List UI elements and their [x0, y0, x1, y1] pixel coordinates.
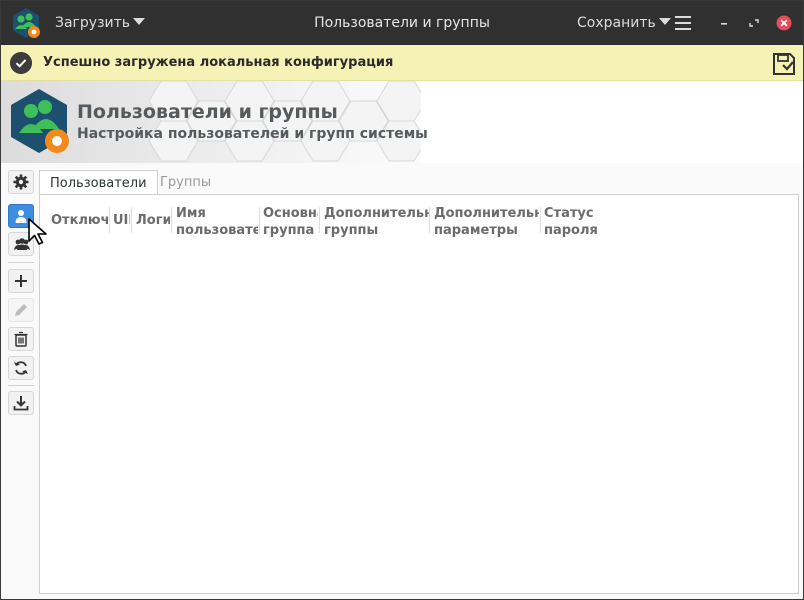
column-header-primary-group[interactable]: Основная группа	[263, 205, 318, 239]
title-bar: Загрузить Пользователи и группы Сохранит…	[1, 1, 803, 45]
side-toolbar	[6, 167, 36, 599]
app-window: Загрузить Пользователи и группы Сохранит…	[0, 0, 804, 600]
page-title: Пользователи и группы	[77, 101, 338, 123]
close-icon[interactable]	[776, 15, 792, 31]
refresh-button[interactable]	[8, 356, 34, 380]
edit-button[interactable]	[8, 298, 34, 322]
chevron-down-icon	[658, 18, 671, 25]
column-divider	[429, 207, 430, 233]
settings-button[interactable]	[8, 170, 34, 194]
add-button[interactable]	[8, 269, 34, 293]
page-subtitle: Настройка пользователей и групп системы	[77, 126, 428, 142]
refresh-icon	[14, 361, 28, 375]
info-bar: Успешно загружена локальная конфигурация	[1, 45, 803, 81]
column-divider	[319, 207, 320, 233]
column-divider	[171, 207, 172, 233]
column-header-username[interactable]: Имя пользователя	[176, 205, 258, 239]
column-header-password-status[interactable]: Статус пароля	[544, 205, 614, 239]
load-menu-label: Загрузить	[55, 15, 131, 31]
delete-button[interactable]	[8, 327, 34, 351]
plus-icon	[15, 275, 27, 287]
user-icon	[15, 210, 27, 223]
tab-groups[interactable]: Группы	[150, 170, 221, 195]
users-button[interactable]	[8, 204, 34, 228]
app-icon	[13, 8, 40, 38]
trash-icon	[14, 331, 28, 347]
export-button[interactable]	[8, 391, 34, 415]
minimize-icon[interactable]	[716, 15, 732, 31]
column-divider	[109, 207, 110, 233]
download-icon	[13, 396, 29, 411]
users-table: Отключен UID Логин Имя пользователя Осно…	[39, 194, 799, 594]
toolbar-separator	[8, 262, 34, 263]
group-icon	[14, 238, 30, 250]
column-header-uid[interactable]: UID	[113, 212, 130, 229]
gear-icon	[13, 174, 29, 190]
groups-button[interactable]	[8, 232, 34, 256]
column-header-disabled[interactable]: Отключен	[51, 212, 108, 229]
column-header-login[interactable]: Логин	[136, 212, 170, 229]
tab-users[interactable]: Пользователи	[39, 170, 158, 195]
page-header: Пользователи и группы Настройка пользова…	[1, 81, 803, 163]
column-header-additional-params[interactable]: Дополнительные параметры	[434, 205, 539, 239]
save-menu-label: Сохранить	[577, 15, 656, 31]
toolbar-separator	[8, 385, 34, 386]
column-header-additional-groups[interactable]: Дополнительные группы	[324, 205, 429, 239]
pencil-icon	[15, 304, 27, 316]
info-message: Успешно загружена локальная конфигурация	[43, 55, 394, 70]
users-groups-logo-icon	[11, 89, 69, 153]
load-menu-button[interactable]: Загрузить	[55, 13, 146, 33]
column-divider	[131, 207, 132, 233]
save-icon[interactable]	[771, 51, 797, 77]
maximize-icon[interactable]	[746, 15, 762, 31]
column-divider	[540, 207, 541, 233]
checkmark-icon	[10, 52, 32, 74]
save-menu-button[interactable]: Сохранить	[577, 13, 671, 33]
hamburger-menu-icon[interactable]	[675, 16, 691, 30]
chevron-down-icon	[133, 18, 146, 25]
column-divider	[259, 207, 260, 233]
